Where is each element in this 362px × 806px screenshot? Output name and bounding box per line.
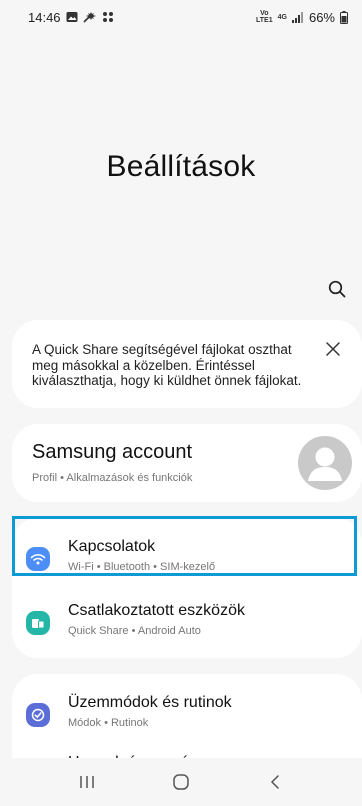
settings-item-title: Kapcsolatok (68, 538, 156, 555)
settings-item-connected-devices[interactable]: Csatlakoztatott eszközök Quick Share • A… (12, 590, 362, 652)
settings-item-subtitle: Wi-Fi • Bluetooth • SIM-kezelő (68, 561, 216, 573)
check-circle-icon (26, 703, 50, 727)
settings-item-connections[interactable]: Kapcsolatok Wi-Fi • Bluetooth • SIM-keze… (12, 526, 362, 588)
devices-icon (26, 611, 50, 635)
settings-item-title: Csatlakoztatott eszközök (68, 602, 245, 619)
status-time: 14:46 (28, 9, 61, 25)
gallery-icon (66, 11, 78, 23)
back-icon (270, 775, 279, 789)
settings-item-modes-routines[interactable]: Üzemmódok és rutinok Módok • Rutinok (12, 682, 362, 744)
battery-icon (340, 10, 348, 24)
recent-apps-button[interactable] (67, 762, 107, 802)
home-button[interactable] (161, 762, 201, 802)
close-icon (326, 342, 340, 356)
settings-item-subtitle: Módok • Rutinok (68, 717, 149, 729)
settings-item-subtitle: Quick Share • Android Auto (68, 625, 201, 637)
battery-percent: 66% (308, 9, 335, 25)
search-button[interactable] (324, 276, 350, 302)
wifi-icon (26, 547, 50, 571)
recent-apps-icon (80, 776, 94, 788)
signal-icon (291, 11, 304, 23)
status-bar: 14:46 Vo LTE1 4G 66% (0, 0, 362, 34)
settings-screen: 14:46 Vo LTE1 4G 66% Beállítások A Quick… (0, 0, 362, 806)
status-right: Vo LTE1 4G 66% (256, 10, 348, 25)
quick-share-message: A Quick Share segítségével fájlokat oszt… (32, 342, 302, 388)
samsung-account-card[interactable]: Samsung account Profil • Alkalmazások és… (12, 424, 362, 502)
settings-group-connections: Kapcsolatok Wi-Fi • Bluetooth • SIM-keze… (12, 518, 362, 658)
search-icon (328, 280, 346, 298)
home-icon (173, 774, 189, 790)
account-title: Samsung account (32, 441, 193, 463)
page-title: Beállítások (106, 150, 256, 183)
dots-grid-icon (102, 11, 114, 23)
quick-share-card[interactable]: A Quick Share segítségével fájlokat oszt… (12, 320, 362, 408)
vpn-key-icon (82, 11, 97, 23)
network-type: 4G (277, 13, 287, 21)
status-left: 14:46 (28, 10, 114, 25)
volte-indicator: Vo LTE1 (256, 10, 273, 24)
quick-share-close-button[interactable] (322, 338, 344, 360)
person-icon (308, 447, 342, 481)
avatar[interactable] (298, 436, 352, 490)
account-subtitle: Profil • Alkalmazások és funkciók (32, 472, 193, 484)
back-button[interactable] (255, 762, 295, 802)
navigation-bar (0, 758, 362, 806)
settings-item-title: Üzemmódok és rutinok (68, 694, 232, 711)
